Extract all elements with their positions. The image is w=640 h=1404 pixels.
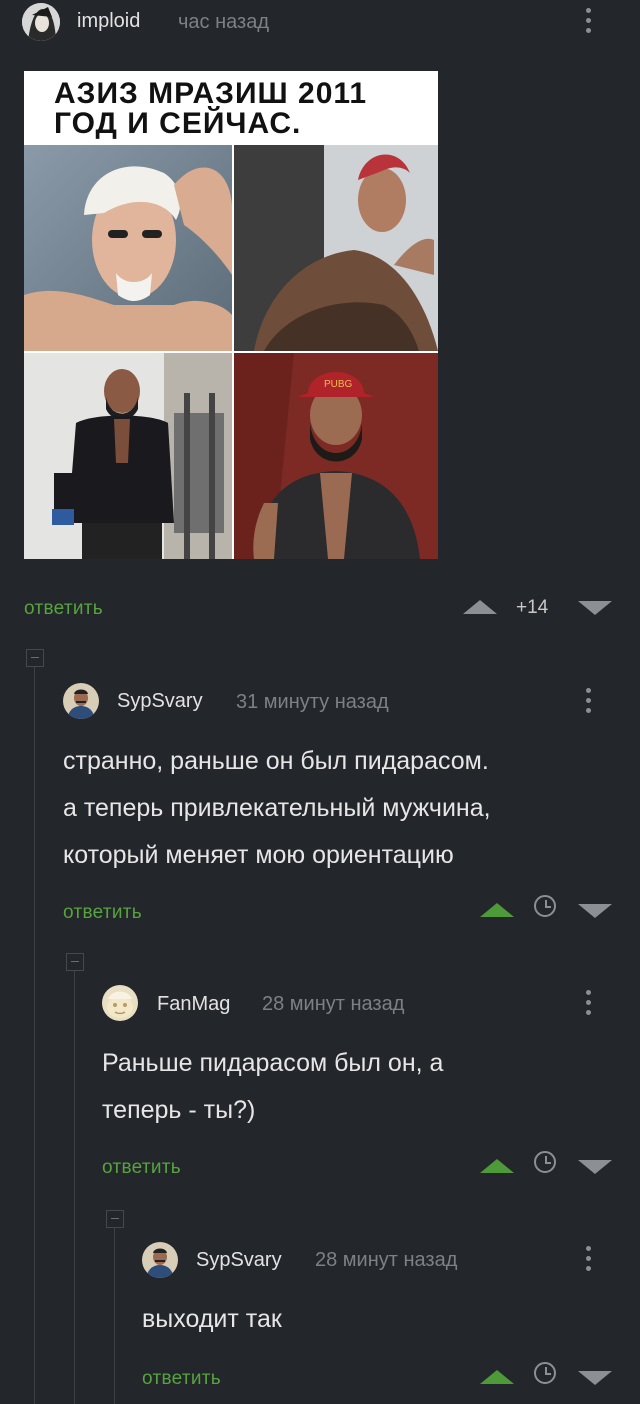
post-timestamp: час назад	[178, 11, 270, 33]
comment-timestamp: 28 минут назад	[262, 993, 405, 1015]
comment-author[interactable]: FanMag	[157, 993, 230, 1016]
comment-avatar[interactable]	[63, 683, 99, 719]
photo-now-tracksuit	[24, 353, 232, 559]
downvote-arrow-icon[interactable]	[578, 1160, 612, 1174]
save-later-clock-icon[interactable]	[534, 1151, 556, 1173]
downvote-arrow-icon[interactable]	[578, 601, 612, 615]
image-caption-line-1: АЗИЗ МРАЗИШ 2011	[54, 77, 368, 110]
comment-text-line: выходит так	[142, 1305, 282, 1333]
cap-logo-text: PUBG	[324, 379, 353, 390]
comment-text-line: который меняет мою ориентацию	[63, 841, 454, 869]
comment-text-line: Раньше пидарасом был он, а	[102, 1049, 444, 1077]
thread-line-level-2	[74, 966, 75, 1404]
thread-line-level-1	[34, 663, 35, 1404]
comment-timestamp: 28 минут назад	[315, 1249, 458, 1271]
more-vertical-icon[interactable]	[585, 1246, 593, 1276]
comment-timestamp: 31 минуту назад	[236, 691, 389, 713]
comment-avatar[interactable]	[102, 985, 138, 1021]
comment-reply-link[interactable]: ответить	[63, 902, 142, 924]
post-author-name[interactable]: imploid	[77, 10, 140, 33]
post-image[interactable]: АЗИЗ МРАЗИШ 2011 ГОД И СЕЙЧАС. PUBG	[24, 71, 438, 559]
comment-text-line: а теперь привлекательный мужчина,	[63, 794, 491, 822]
save-later-clock-icon[interactable]	[534, 895, 556, 917]
collapse-branch-icon[interactable]	[66, 953, 84, 971]
more-vertical-icon[interactable]	[585, 990, 593, 1020]
upvote-arrow-icon[interactable]	[463, 600, 497, 614]
collapse-branch-icon[interactable]	[26, 649, 44, 667]
post-score: +14	[516, 597, 549, 618]
comment-text-line: теперь - ты?)	[102, 1096, 256, 1124]
post-more-icon[interactable]	[585, 8, 593, 38]
downvote-arrow-icon[interactable]	[578, 904, 612, 918]
image-caption-line-2: ГОД И СЕЙЧАС.	[54, 107, 302, 140]
post-reply-link[interactable]: ответить	[24, 598, 103, 620]
comment-author[interactable]: SypSvary	[117, 690, 203, 713]
upvote-arrow-icon[interactable]	[480, 903, 514, 917]
collapse-branch-icon[interactable]	[106, 1210, 124, 1228]
downvote-arrow-icon[interactable]	[578, 1371, 612, 1385]
comment-reply-link[interactable]: ответить	[102, 1157, 181, 1179]
post-author-avatar[interactable]	[22, 3, 60, 41]
thread-line-level-3	[114, 1223, 115, 1404]
comment-text-line: странно, раньше он был пидарасом.	[63, 747, 489, 775]
comment-reply-link[interactable]: ответить	[142, 1368, 221, 1390]
photo-2011-portrait	[24, 145, 232, 351]
comment-author[interactable]: SypSvary	[196, 1249, 282, 1272]
photo-2011-pose	[234, 145, 438, 351]
upvote-arrow-icon[interactable]	[480, 1159, 514, 1173]
upvote-arrow-icon[interactable]	[480, 1370, 514, 1384]
save-later-clock-icon[interactable]	[534, 1362, 556, 1384]
comment-avatar[interactable]	[142, 1242, 178, 1278]
more-vertical-icon[interactable]	[585, 688, 593, 718]
photo-now-vest: PUBG	[234, 353, 438, 559]
